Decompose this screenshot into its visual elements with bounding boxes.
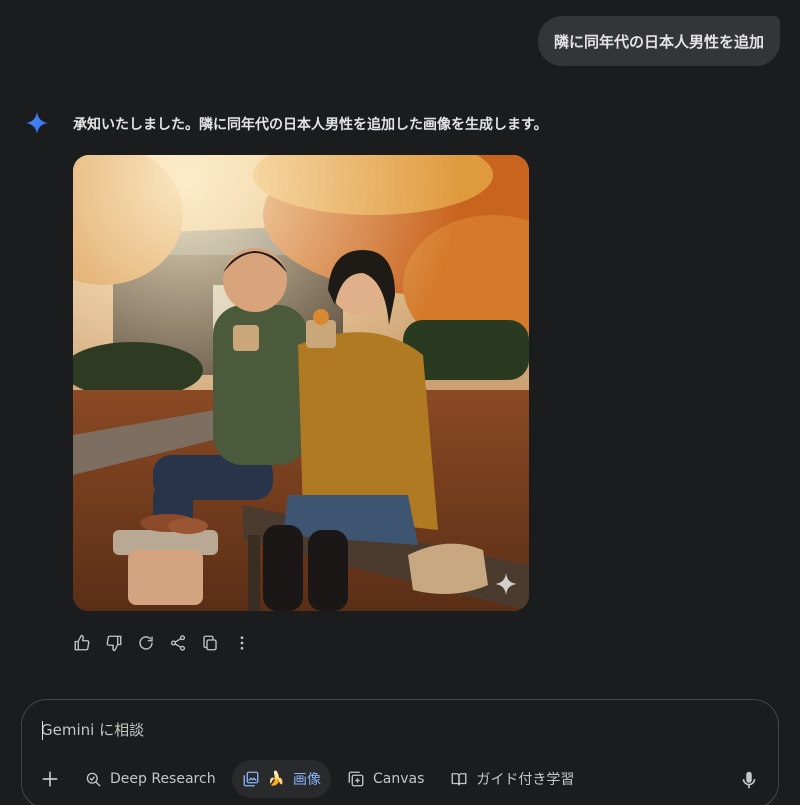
- response-text: 承知いたしました。隣に同年代の日本人男性を追加した画像を生成します。: [73, 117, 548, 133]
- mic-icon[interactable]: [738, 769, 760, 791]
- user-message-text: 隣に同年代の日本人男性を追加: [553, 32, 764, 51]
- composer-toolbar: Deep Research 🍌 画像 Canvas ガイド付き学習: [32, 758, 584, 800]
- image-tool-label: 画像: [293, 772, 321, 788]
- thumbs-down-icon[interactable]: [105, 631, 137, 655]
- copy-icon[interactable]: [201, 631, 233, 655]
- guided-learning-label: ガイド付き学習: [476, 772, 575, 788]
- response-actions: [73, 631, 265, 655]
- share-icon[interactable]: [169, 631, 201, 655]
- chat-page: 隣に同年代の日本人男性を追加 承知いたしました。隣に同年代の日本人男性を追加した…: [0, 0, 800, 805]
- deep-research-icon: [86, 772, 101, 787]
- user-message-bubble: 隣に同年代の日本人男性を追加: [537, 16, 780, 66]
- regenerate-icon[interactable]: [137, 631, 169, 655]
- plus-icon[interactable]: [32, 761, 68, 797]
- prompt-input[interactable]: [41, 719, 641, 741]
- image-tool-button[interactable]: 🍌 画像: [231, 760, 331, 798]
- thumbs-up-icon[interactable]: [73, 631, 105, 655]
- image-icon: [243, 771, 258, 787]
- banana-emoji: 🍌: [267, 771, 285, 787]
- deep-research-label: Deep Research: [110, 771, 216, 787]
- gemini-spark-icon: [26, 112, 48, 134]
- more-vert-icon[interactable]: [233, 631, 265, 655]
- canvas-label: Canvas: [373, 771, 425, 787]
- book-icon: [451, 773, 467, 786]
- canvas-icon: [348, 771, 364, 787]
- generated-image[interactable]: [73, 155, 529, 611]
- prompt-composer: Deep Research 🍌 画像 Canvas ガイド付き学習: [21, 699, 779, 805]
- deep-research-button[interactable]: Deep Research: [74, 760, 226, 798]
- text-cursor: [42, 721, 43, 740]
- canvas-button[interactable]: Canvas: [337, 760, 434, 798]
- guided-learning-button[interactable]: ガイド付き学習: [440, 760, 584, 798]
